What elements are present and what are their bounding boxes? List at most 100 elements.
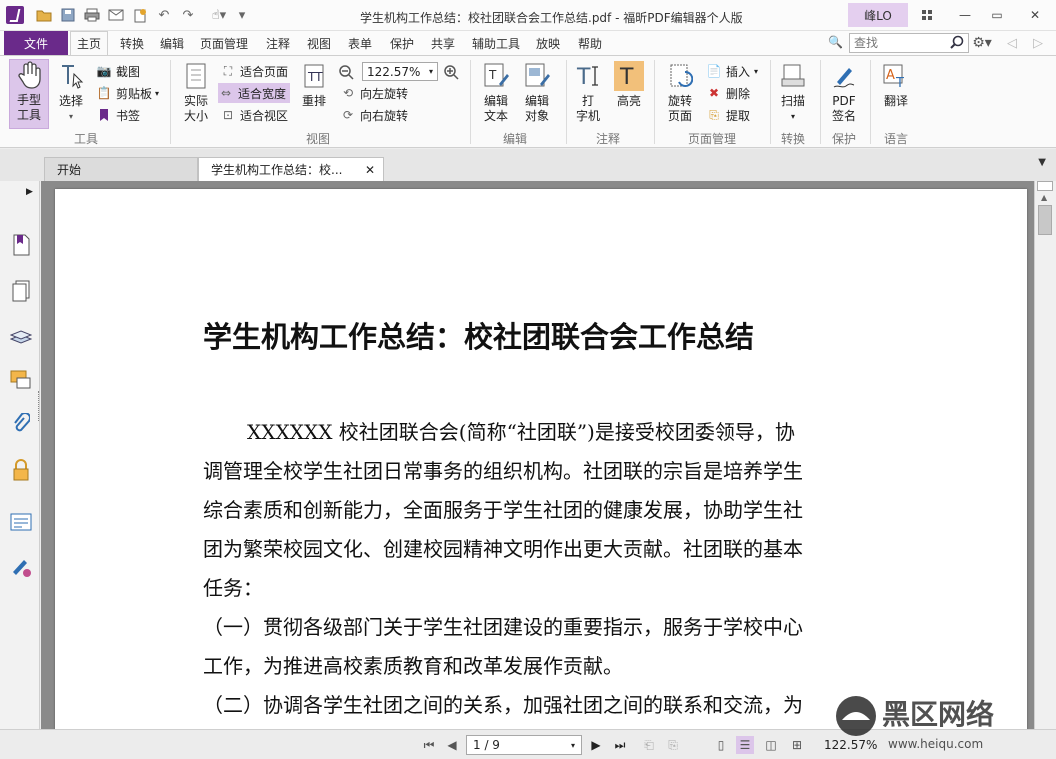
scan-button[interactable]: 扫描 ▾: [776, 61, 810, 127]
tab-current-document[interactable]: 学生机构工作总结：校... ✕: [198, 157, 384, 181]
next-view-icon[interactable]: ⎘: [664, 736, 682, 754]
hand-tool-button[interactable]: 手型 工具: [9, 59, 49, 129]
tab-home[interactable]: 主页: [70, 31, 109, 55]
tab-start[interactable]: 开始: [44, 157, 198, 181]
settings-gear-icon[interactable]: ⚙▾: [972, 35, 992, 51]
pdf-sign-button[interactable]: PDF 签名: [826, 61, 862, 127]
bookmark-button[interactable]: 书签: [96, 105, 140, 125]
rotate-right-button[interactable]: ⟳ 向右旋转: [340, 105, 408, 125]
select-tool-button[interactable]: 选择 ▾: [54, 61, 88, 127]
nav-forward-icon[interactable]: ▷: [1030, 35, 1046, 51]
close-button[interactable]: ✕: [1022, 5, 1048, 25]
edit-object-button[interactable]: 编辑 对象: [518, 61, 556, 127]
new-document-icon[interactable]: [132, 7, 148, 23]
signature-panel-icon[interactable]: [9, 555, 33, 579]
attachments-panel-icon[interactable]: [9, 412, 33, 436]
actual-size-button[interactable]: 实际 大小: [178, 61, 214, 127]
continuous-view-icon[interactable]: ☰: [736, 736, 754, 754]
tab-slideshow[interactable]: 放映: [530, 31, 566, 55]
clipboard-button[interactable]: 📋 剪贴板 ▾: [96, 83, 160, 103]
zoom-dropdown-icon[interactable]: ▾: [429, 67, 433, 76]
redo-icon[interactable]: ↷: [180, 7, 196, 23]
comments-panel-icon[interactable]: [9, 368, 33, 392]
tab-comment[interactable]: 注释: [260, 31, 296, 55]
tab-accessibility[interactable]: 辅助工具: [466, 31, 526, 55]
file-menu[interactable]: 文件: [4, 31, 68, 55]
page-number-value: 1 / 9: [473, 738, 500, 752]
tab-convert[interactable]: 转换: [114, 31, 150, 55]
save-icon[interactable]: [60, 7, 76, 23]
bookmarks-panel-icon[interactable]: [9, 233, 33, 257]
clipboard-dropdown-icon[interactable]: ▾: [155, 89, 159, 98]
customize-toolbar-icon[interactable]: ▾: [234, 7, 250, 23]
tab-edit[interactable]: 编辑: [154, 31, 190, 55]
hand-dropdown-icon[interactable]: ☝▾: [204, 7, 234, 23]
scroll-split-handle[interactable]: [1037, 181, 1053, 191]
nav-back-icon[interactable]: ◁: [1004, 35, 1020, 51]
highlight-button[interactable]: T 高亮: [612, 61, 646, 127]
zoom-in-icon[interactable]: [443, 62, 463, 82]
tab-share[interactable]: 共享: [425, 31, 461, 55]
tab-protect[interactable]: 保护: [384, 31, 420, 55]
scrollbar-thumb[interactable]: [1038, 205, 1052, 235]
last-page-icon[interactable]: ⏭: [611, 736, 629, 754]
rotate-left-button[interactable]: ⟲ 向左旋转: [340, 83, 408, 103]
tab-view[interactable]: 视图: [301, 31, 337, 55]
scroll-up-icon[interactable]: ▲: [1041, 193, 1047, 202]
paragraph-line: 任务：: [203, 576, 263, 600]
insert-dropdown-icon[interactable]: ▾: [754, 67, 758, 76]
pages-panel-icon[interactable]: [9, 279, 33, 303]
security-lock-icon[interactable]: [9, 458, 33, 482]
pdf-page[interactable]: 学生机构工作总结：校社团联合会工作总结 XXXXXX 校社团联合会(简称“社团联…: [55, 189, 1027, 749]
open-folder-icon[interactable]: [36, 7, 52, 23]
maximize-button[interactable]: ▭: [984, 5, 1010, 25]
zoom-out-icon[interactable]: [338, 62, 358, 82]
layout-grid-icon[interactable]: [914, 5, 940, 25]
minimize-button[interactable]: —: [952, 5, 978, 25]
previous-page-icon[interactable]: ◀: [443, 736, 461, 754]
page-dropdown-icon[interactable]: ▾: [571, 741, 575, 750]
undo-icon[interactable]: ↶: [156, 7, 172, 23]
insert-page-button[interactable]: 📄 插入 ▾: [706, 61, 759, 81]
form-fields-panel-icon[interactable]: [9, 510, 33, 534]
fit-visible-button[interactable]: ⊡ 适合视区: [220, 105, 288, 125]
page-number-select[interactable]: 1 / 9 ▾: [466, 735, 582, 755]
zoom-select[interactable]: 122.57% ▾: [362, 62, 438, 81]
next-page-icon[interactable]: ▶: [587, 736, 605, 754]
reflow-button[interactable]: TT 重排: [298, 61, 330, 127]
select-dropdown-icon[interactable]: ▾: [69, 109, 73, 124]
app-logo-icon[interactable]: [6, 6, 24, 24]
single-page-view-icon[interactable]: ▯: [712, 736, 730, 754]
previous-view-icon[interactable]: ⎗: [640, 736, 658, 754]
print-icon[interactable]: [84, 7, 100, 23]
translate-button[interactable]: AT 翻译: [876, 61, 916, 127]
extract-page-button[interactable]: ⎘ 提取: [706, 105, 750, 125]
screenshot-button[interactable]: 📷 截图: [96, 61, 141, 81]
close-tab-icon[interactable]: ✕: [365, 163, 375, 177]
typewriter-button[interactable]: T 打 字机: [572, 61, 604, 127]
delete-page-label: 删除: [726, 86, 751, 101]
first-page-icon[interactable]: ⏮: [420, 736, 438, 754]
layers-panel-icon[interactable]: [9, 324, 33, 348]
tab-list-dropdown-icon[interactable]: ▼: [1038, 157, 1046, 168]
continuous-facing-view-icon[interactable]: ⊞: [788, 736, 806, 754]
document-viewport[interactable]: 学生机构工作总结：校社团联合会工作总结 XXXXXX 校社团联合会(简称“社团联…: [41, 181, 1034, 749]
scanner-icon: [778, 61, 808, 91]
edit-text-button[interactable]: T 编辑 文本: [478, 61, 514, 127]
search-icon[interactable]: [950, 35, 966, 51]
delete-page-button[interactable]: ✖ 删除: [706, 83, 750, 103]
email-icon[interactable]: [108, 7, 124, 23]
fit-page-button[interactable]: ⛶ 适合页面: [220, 61, 288, 81]
scan-dropdown-icon[interactable]: ▾: [791, 109, 795, 124]
rotate-page-button[interactable]: 旋转 页面: [660, 61, 700, 127]
user-account-button[interactable]: 峰LO: [848, 3, 908, 27]
tab-form[interactable]: 表单: [342, 31, 378, 55]
site-watermark: 黑区网络 www.heiqu.com: [832, 690, 1056, 756]
facing-view-icon[interactable]: ◫: [762, 736, 780, 754]
search-folder-icon[interactable]: 🔍: [828, 35, 844, 49]
expand-sidebar-icon[interactable]: ▶: [26, 187, 33, 197]
vertical-scrollbar[interactable]: ▲: [1034, 181, 1056, 729]
tab-help[interactable]: 帮助: [572, 31, 608, 55]
fit-width-button[interactable]: ⇔ 适合宽度: [218, 83, 291, 103]
tab-page-management[interactable]: 页面管理: [194, 31, 254, 55]
